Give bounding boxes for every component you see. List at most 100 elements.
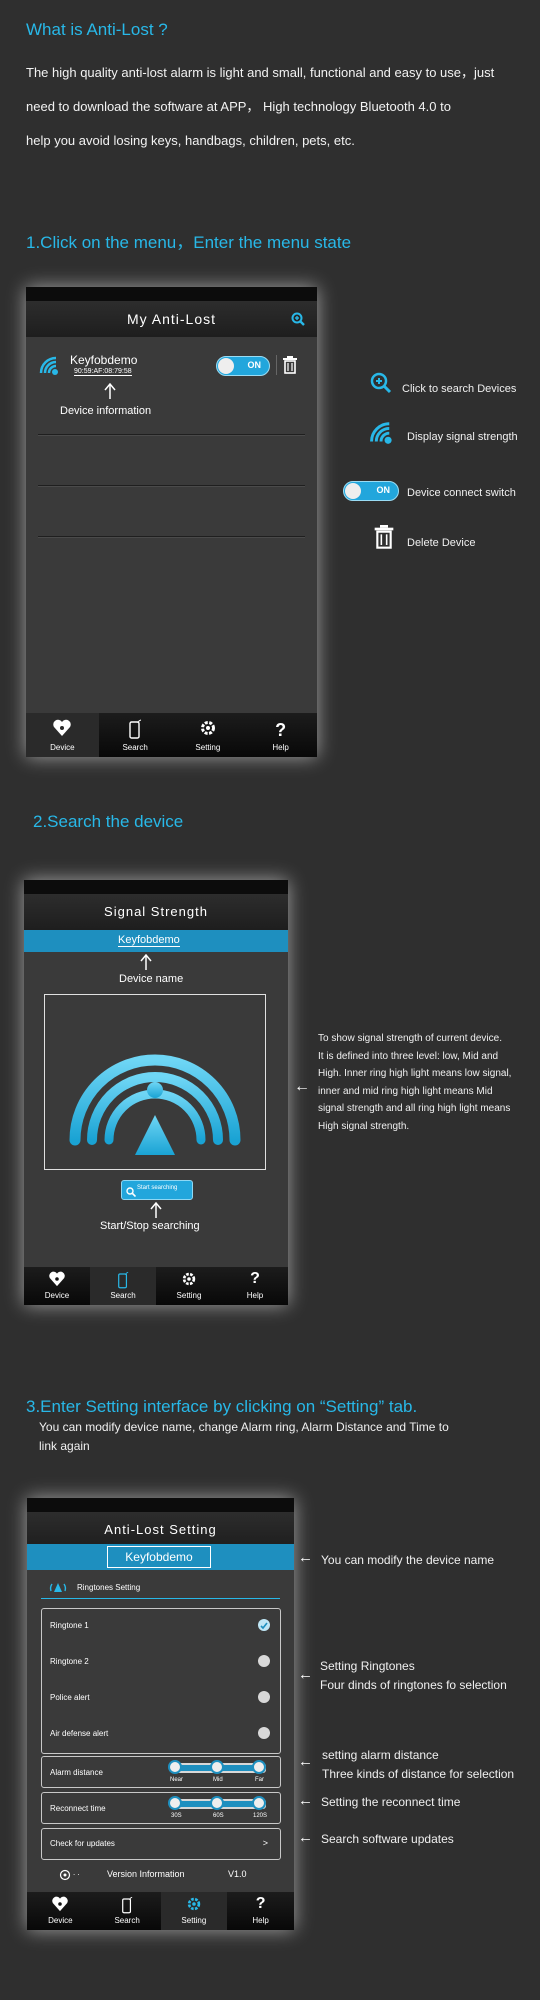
tab-device[interactable]: Device [27, 1892, 94, 1930]
phone-anti-lost-setting: Anti-Lost Setting Keyfobdemo Ringtones S… [27, 1498, 294, 1930]
annotation-name: You can modify the device name [321, 1553, 494, 1567]
annotation-dist-2: Three kinds of distance for selection [322, 1767, 515, 1781]
tick-label: 30S [171, 1813, 182, 1819]
step3-sub-line: You can modify device name, change Alarm… [39, 1420, 449, 1434]
ringtones-header: Ringtones Setting [77, 1583, 141, 1592]
tab-help[interactable]: ? Help [244, 713, 317, 757]
slider-dot[interactable] [252, 1796, 266, 1810]
tab-setting[interactable]: Setting [172, 713, 245, 757]
annotation-reconnect: Setting the reconnect time [321, 1795, 461, 1809]
gear-icon [156, 1271, 222, 1291]
divider [276, 355, 277, 375]
ringtone-option[interactable]: Police alert [50, 1693, 90, 1702]
device-mac: 90:59:AF:08:79:58 [74, 368, 132, 376]
radio-unchecked[interactable] [258, 1655, 270, 1667]
step1-heading: 1.Click on the menu，Enter the menu state [26, 233, 352, 252]
phone-status-bar [24, 880, 288, 894]
version-icon [59, 1868, 71, 1886]
intro-line-1: The high quality anti-lost alarm is ligh… [26, 65, 495, 80]
step3-sub: You can modify device name, change Alarm… [39, 1418, 449, 1456]
tab-search[interactable]: Search [99, 713, 172, 757]
tab-help[interactable]: ? Help [222, 1267, 288, 1305]
toggle-label: ON [247, 360, 262, 370]
device-name: Keyfobdemo [70, 353, 138, 367]
device-name-label: Device name [119, 973, 184, 985]
arrow-left-icon: ← [294, 1078, 310, 1095]
phone-icon [90, 1271, 156, 1291]
description-line: It is defined into three level: low, Mid… [318, 1050, 499, 1062]
intro-line-3: help you avoid losing keys, handbags, ch… [26, 133, 355, 148]
chevron-right-icon: > [262, 1838, 268, 1848]
slider-dot[interactable] [252, 1760, 266, 1774]
reconnect-box: Reconnect time 30S 60S 120S [41, 1792, 281, 1824]
phone-my-anti-lost: My Anti-Lost Keyfobdemo 90:59:AF:08:79:5… [26, 287, 317, 757]
tab-label: Help [246, 1291, 264, 1300]
tab-label: Device [44, 1291, 70, 1300]
screen-title: My Anti-Lost [26, 301, 317, 337]
ringtone-option[interactable]: Ringtone 2 [50, 1657, 89, 1666]
tab-label: Setting [195, 743, 221, 752]
radio-unchecked[interactable] [258, 1691, 270, 1703]
search-icon[interactable] [291, 312, 305, 331]
signal-icon [368, 420, 394, 449]
slider-dot[interactable] [168, 1760, 182, 1774]
legend-signal: Display signal strength [407, 431, 518, 443]
intro-title: What is Anti-Lost ? [26, 20, 168, 39]
device-name-bar: Keyfobdemo [24, 930, 288, 952]
tab-device[interactable]: Device [26, 713, 99, 757]
legend-search: Click to search Devices [402, 383, 517, 395]
header-divider [41, 1598, 280, 1599]
arrow-left-icon: ← [298, 1829, 313, 1846]
slider-dot[interactable] [210, 1760, 224, 1774]
signal-panel [44, 994, 266, 1170]
device-name[interactable]: Keyfobdemo [118, 934, 180, 947]
tab-label: Setting [176, 1291, 202, 1300]
phone-icon [99, 719, 172, 743]
version-label: Version Information [107, 1869, 185, 1879]
trash-icon [373, 525, 395, 554]
radio-checked[interactable] [258, 1619, 270, 1631]
trash-icon[interactable] [282, 356, 298, 379]
signal-icon [38, 355, 60, 380]
device-connect-toggle[interactable]: ON [216, 356, 270, 376]
tab-help[interactable]: ? Help [227, 1892, 294, 1930]
ringtone-option[interactable]: Air defense alert [50, 1729, 108, 1738]
tab-bar: Device Search Setting ? Help [24, 1267, 288, 1305]
annotation-ring-2: Four dinds of ringtones fo selection [320, 1678, 507, 1692]
tab-setting[interactable]: Setting [156, 1267, 222, 1305]
arrow-left-icon: ← [298, 1792, 313, 1809]
heart-signal-icon [24, 1271, 90, 1291]
arrow-left-icon: ← [298, 1666, 313, 1683]
tab-label: Device [48, 1916, 73, 1925]
step2-heading: 2.Search the device [33, 812, 184, 831]
description-line: signal strength and all ring high light … [318, 1103, 511, 1114]
radio-unchecked[interactable] [258, 1727, 270, 1739]
search-icon [370, 372, 392, 399]
tick-label: Mid [213, 1777, 223, 1783]
slider-dot[interactable] [168, 1796, 182, 1810]
tab-search[interactable]: Search [94, 1892, 161, 1930]
slider-dot[interactable] [210, 1796, 224, 1810]
tab-label: Help [252, 1916, 269, 1925]
tick-label: 120S [253, 1813, 268, 1819]
signal-rings-icon [69, 1054, 241, 1155]
device-name-field[interactable]: Keyfobdemo [107, 1546, 211, 1568]
heart-signal-icon [27, 1896, 94, 1916]
tab-device[interactable]: Device [24, 1267, 90, 1305]
list-divider [38, 485, 305, 487]
signal-description: To show signal strength of current devic… [318, 1030, 511, 1135]
ringtone-option[interactable]: Ringtone 1 [50, 1621, 89, 1630]
screen-title: Anti-Lost Setting [27, 1512, 294, 1548]
phone-signal-strength: Signal Strength Keyfobdemo Device name S… [24, 880, 288, 1305]
tab-label: Device [50, 743, 75, 752]
gear-icon [172, 719, 245, 743]
check-updates-row[interactable]: Check for updates > [41, 1828, 281, 1860]
start-searching-button[interactable]: Start searching [121, 1180, 193, 1200]
help-icon: ? [255, 1895, 266, 1912]
description-line: inner and mid ring high light means Mid [318, 1085, 493, 1097]
tab-search[interactable]: Search [90, 1267, 156, 1305]
phone-status-bar [26, 287, 317, 301]
tab-label: Search [122, 743, 148, 752]
screen-title: Signal Strength [24, 894, 288, 930]
tab-setting[interactable]: Setting [160, 1892, 228, 1930]
